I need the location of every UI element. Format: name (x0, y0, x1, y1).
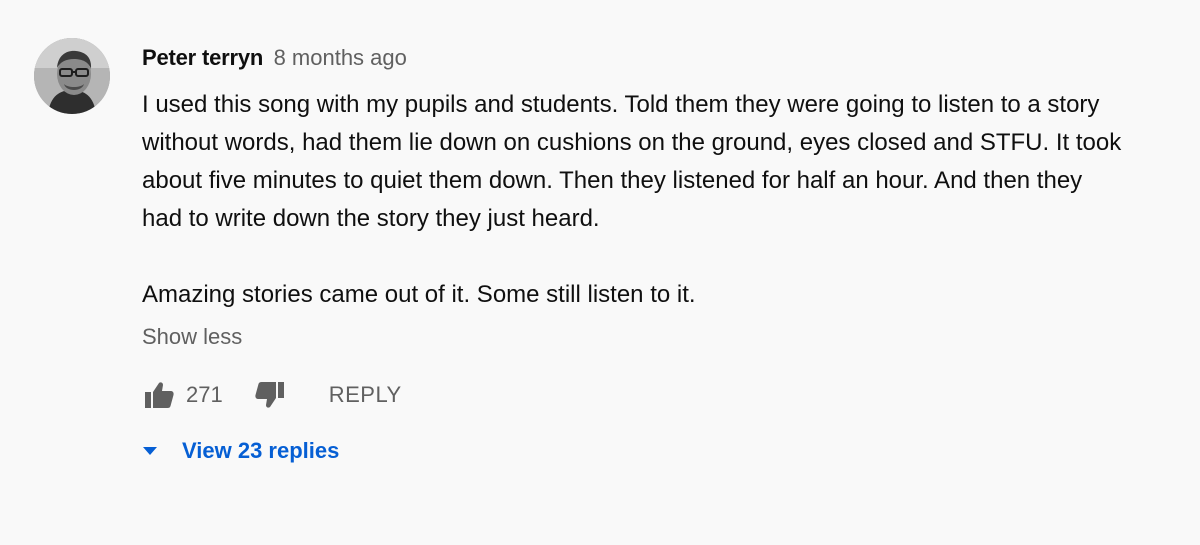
thumbs-down-icon (255, 382, 284, 408)
dislike-button[interactable] (253, 378, 287, 412)
comment-body: Peter terryn 8 months ago I used this so… (142, 38, 1152, 471)
avatar-photo (34, 38, 110, 114)
reply-button[interactable]: REPLY (329, 382, 402, 408)
like-count: 271 (186, 382, 223, 407)
view-replies-label: View 23 replies (182, 438, 340, 463)
comment-actions: 271 REPLY (142, 375, 1152, 415)
author-avatar[interactable] (34, 38, 110, 114)
show-less-button[interactable]: Show less (142, 320, 242, 354)
caret-down-icon (143, 447, 157, 455)
comment-timestamp[interactable]: 8 months ago (274, 45, 407, 70)
comment-header: Peter terryn 8 months ago (142, 38, 1152, 78)
author-name[interactable]: Peter terryn (142, 45, 263, 70)
comment-paragraph: Amazing stories came out of it. Some sti… (142, 281, 696, 308)
thumbs-up-icon (145, 382, 174, 408)
view-replies-button[interactable]: View 23 replies (142, 431, 1152, 471)
comment-text: I used this song with my pupils and stud… (142, 86, 1127, 314)
comment-paragraph: I used this song with my pupils and stud… (142, 91, 1122, 232)
like-button[interactable] (142, 378, 176, 412)
